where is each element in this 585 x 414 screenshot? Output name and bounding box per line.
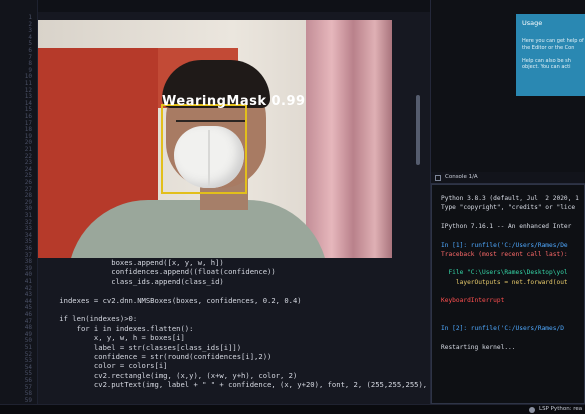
code-line: cv2.putText(img, label + " " + confidenc… xyxy=(42,380,441,390)
code-line: indexes = cv2.dnn.NMSBoxes(boxes, confid… xyxy=(42,295,302,305)
usage-title: Usage xyxy=(522,19,543,27)
console-line: File "C:\Users\Rames\Desktop\yol xyxy=(441,269,568,277)
console-line: Type "copyright", "credits" or "lice xyxy=(441,204,576,212)
console-line: Traceback (most recent call last): xyxy=(441,250,568,258)
status-bar: LSP Python: rea xyxy=(0,404,585,414)
line-number: 59 xyxy=(24,396,32,404)
console-line: Restarting kernel... xyxy=(441,343,516,351)
line-number-gutter: 1 2 3 4 5 6 7 8 9 10 11 12 13 14 15 16 17 18 19 20 21 22 23 24 2… xyxy=(0,0,38,404)
detection-label: WearingMask 0.99 xyxy=(162,94,306,109)
console-line: KeyboardInterrupt xyxy=(441,297,505,305)
console-output[interactable]: Python 3.8.3 (default, Jul 2 2020, 1 Type… xyxy=(431,184,585,404)
code-line: cv2.rectangle(img, (x,y), (x+w, y+h), co… xyxy=(42,370,298,380)
code-line: label = str(classes[class_ids[i]]) xyxy=(42,342,242,352)
webcam-window: WearingMask 0.99 xyxy=(38,20,392,258)
console-line: IPython 7.16.1 -- An enhanced Inter xyxy=(441,222,572,230)
usage-help-panel: Usage Here you can get help of the Editor… xyxy=(516,14,585,96)
curtain xyxy=(306,20,392,258)
console-line: layerOutputs = net.forward(out xyxy=(441,278,568,286)
code-line: confidences.append((float(confidence)) xyxy=(42,267,276,277)
editor-scrollbar[interactable] xyxy=(416,95,420,165)
code-line: boxes.append([x, y, w, h]) xyxy=(42,258,224,267)
ipython-console[interactable]: Console 1/A Python 3.8.3 (default, Jul 2… xyxy=(431,172,585,404)
code-line: confidence = str(round(confidences[i],2)… xyxy=(42,352,272,361)
console-tab-bar: Console 1/A xyxy=(431,172,585,184)
code-line: if len(indexes)>0: xyxy=(42,314,138,324)
console-line: In [2]: runfile('C:/Users/Rames/D xyxy=(441,325,564,333)
code-line: class_ids.append(class_id) xyxy=(42,276,224,286)
console-tab[interactable]: Console 1/A xyxy=(445,174,478,180)
console-icon xyxy=(435,175,441,181)
code-line: color = colors[i] xyxy=(42,361,168,371)
console-line: Python 3.8.3 (default, Jul 2 2020, 1 xyxy=(441,195,579,202)
usage-line: Here you can get help of xyxy=(522,38,584,44)
usage-body: Here you can get help of the Editor or th… xyxy=(522,38,585,71)
detection-bounding-box xyxy=(161,104,247,194)
editor-title-bar xyxy=(0,0,430,12)
code-line: x, y, w, h = boxes[i] xyxy=(42,333,185,343)
usage-line: object. You can acti xyxy=(522,64,571,70)
console-line: In [1]: runfile('C:/Users/Rames/De xyxy=(441,241,568,249)
lsp-status-icon xyxy=(529,407,535,413)
lsp-status: LSP Python: rea xyxy=(539,406,583,412)
code-line: for i in indexes.flatten(): xyxy=(42,323,194,333)
